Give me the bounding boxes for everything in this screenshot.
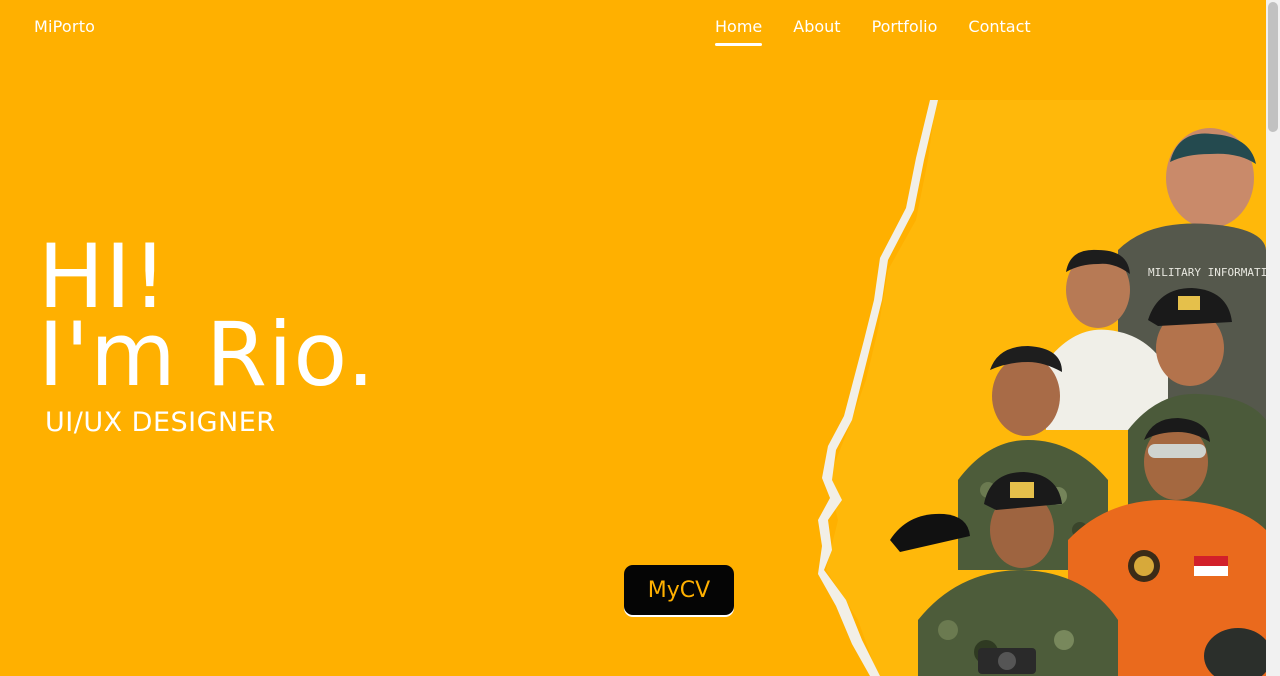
- hero-subtitle: UI/UX DESIGNER: [45, 407, 276, 438]
- nav-contact[interactable]: Contact: [968, 17, 1030, 46]
- scrollbar-thumb[interactable]: [1268, 2, 1278, 132]
- main-nav: Home About Portfolio Contact: [715, 17, 1031, 46]
- brand-logo[interactable]: MiPorto: [34, 17, 95, 36]
- nav-home[interactable]: Home: [715, 17, 763, 46]
- nav-portfolio[interactable]: Portfolio: [872, 17, 938, 46]
- hero-photo: MILITARY INFORMATICS: [818, 100, 1266, 676]
- hero-title: HI! I'm Rio.: [38, 233, 376, 406]
- mycv-button[interactable]: MyCV: [624, 565, 734, 615]
- nav-about[interactable]: About: [793, 17, 840, 46]
- hero-name: I'm Rio.: [38, 303, 376, 406]
- scrollbar[interactable]: [1266, 0, 1280, 676]
- patch-text: MILITARY INFORMATICS: [1148, 266, 1266, 279]
- page: MiPorto Home About Portfolio Contact HI!…: [0, 0, 1280, 676]
